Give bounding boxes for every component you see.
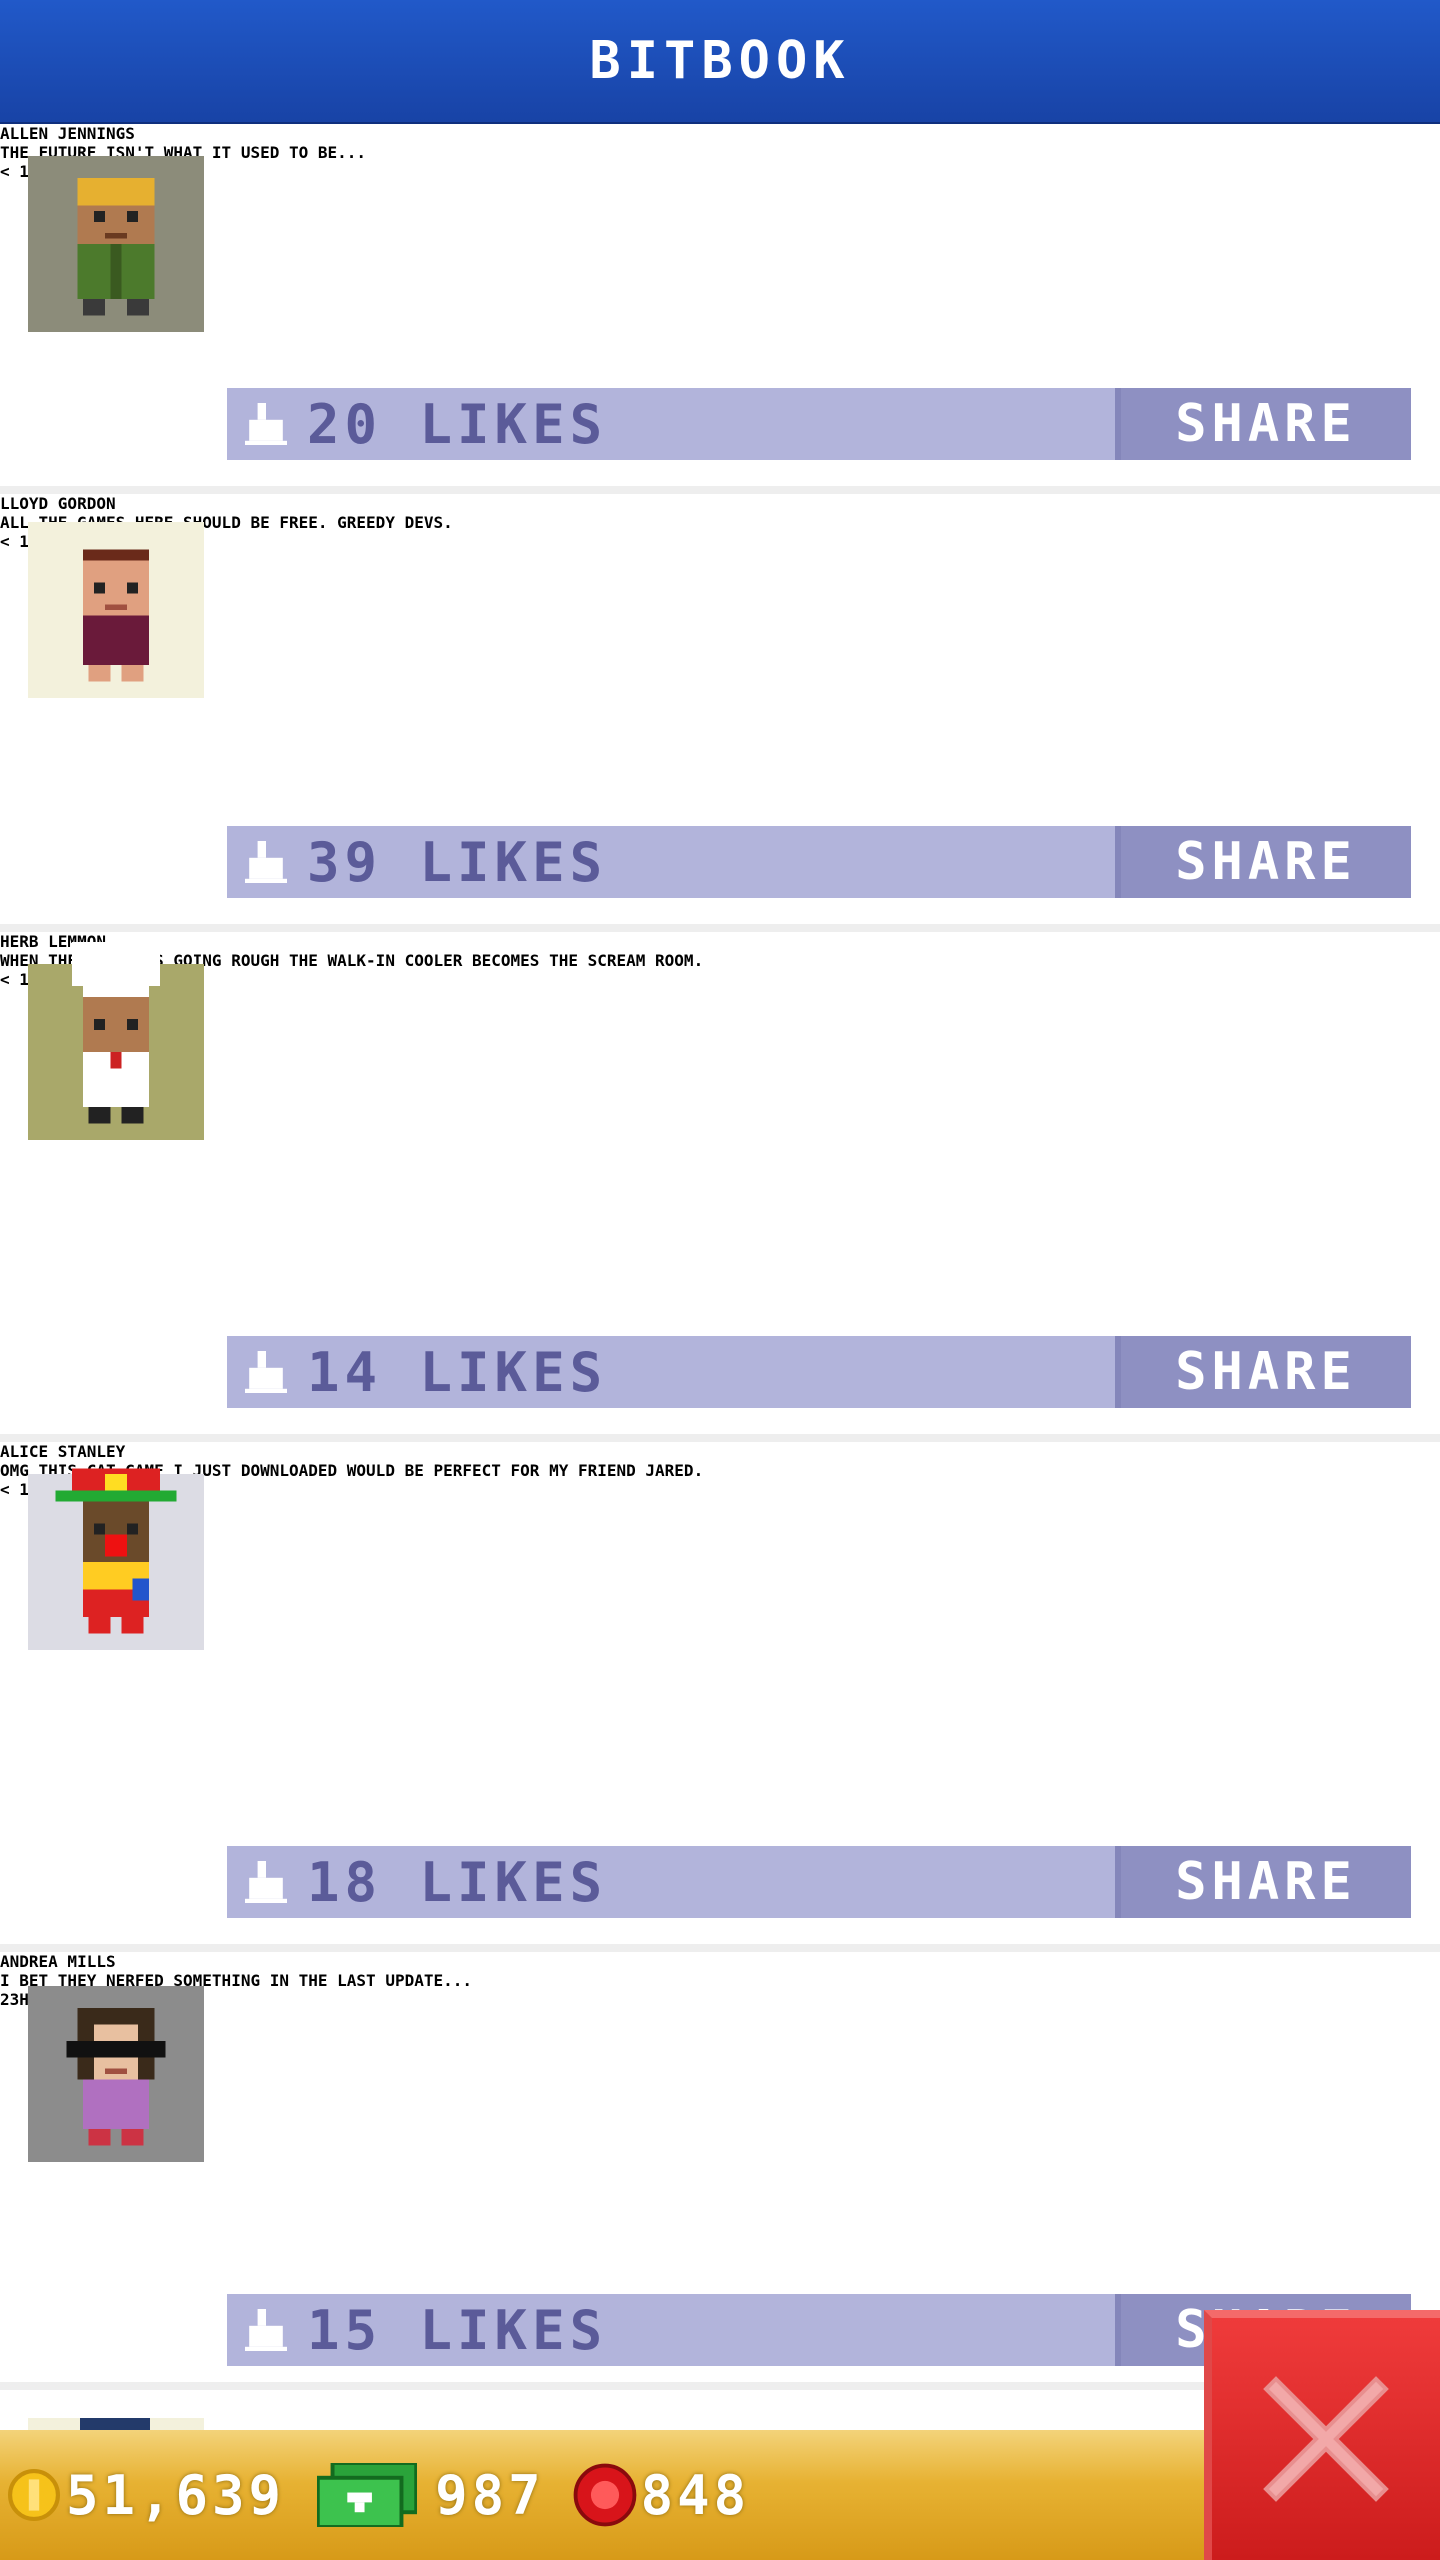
post-message: OMG THIS CAT GAME I JUST DOWNLOADED WOUL…	[0, 1461, 704, 1480]
post-message: THE FUTURE ISN'T WHAT IT USED TO BE...	[0, 143, 367, 162]
thumbs-up-icon[interactable]	[245, 2309, 287, 2351]
post-author[interactable]: ALLEN JENNINGS	[0, 124, 1440, 143]
bux-count: 987	[435, 2463, 545, 2527]
avatar-partial-detail	[80, 2418, 150, 2430]
post-item: ALICE STANLEY OMG THIS CAT GAME I JUST D…	[0, 1442, 1440, 1952]
like-bar: 18 LIKES SHARE	[227, 1846, 1411, 1918]
like-bar: 39 LIKES SHARE	[227, 826, 1411, 898]
bux-icon	[317, 2463, 418, 2527]
coins-count: 51,639	[66, 2463, 286, 2527]
like-bar: 20 LIKES SHARE	[227, 388, 1411, 460]
like-count: 18 LIKES	[307, 1850, 608, 1914]
post-author[interactable]: LLOYD GORDON	[0, 494, 1440, 513]
close-button[interactable]	[1204, 2310, 1440, 2560]
like-count: 15 LIKES	[307, 2298, 608, 2362]
post-time: < 1M AGO	[0, 162, 77, 181]
post-item: HERB LEMMON WHEN THE NIGHT IS GOING ROUG…	[0, 932, 1440, 1442]
like-count: 20 LIKES	[307, 392, 608, 456]
share-button[interactable]: SHARE	[1115, 1846, 1411, 1918]
post-message: I BET THEY NERFED SOMETHING IN THE LAST …	[0, 1971, 473, 1990]
avatar-alice-stanley-icon	[28, 1468, 204, 1650]
post-time: 23H 8M AGO	[0, 1990, 96, 2009]
post-message: ALL THE GAMES HERE SHOULD BE FREE. GREED…	[0, 513, 453, 532]
post-author[interactable]: ANDREA MILLS	[0, 1952, 1440, 1971]
share-button[interactable]: SHARE	[1115, 388, 1411, 460]
close-icon	[1263, 2376, 1389, 2502]
post-feed-list: ALLEN JENNINGS THE FUTURE ISN'T WHAT IT …	[0, 0, 1440, 2560]
post-time: < 1M AGO	[0, 532, 77, 551]
thumbs-up-icon[interactable]	[245, 1861, 287, 1903]
thumbs-up-icon[interactable]	[245, 1351, 287, 1393]
coins-stat: 51,639	[8, 2464, 285, 2527]
avatar-andrea-mills-icon	[28, 1986, 204, 2162]
thumbs-up-icon[interactable]	[245, 841, 287, 883]
share-button[interactable]: SHARE	[1115, 826, 1411, 898]
post-author[interactable]: ALICE STANLEY	[0, 1442, 1440, 1461]
avatar[interactable]	[28, 1468, 204, 1650]
like-count: 39 LIKES	[307, 830, 608, 894]
gem-icon	[573, 2463, 636, 2527]
avatar[interactable]	[28, 156, 204, 332]
avatar-lloyd-gordon-icon	[28, 522, 204, 698]
share-button[interactable]: SHARE	[1115, 1336, 1411, 1408]
post-time: < 1M AGO	[0, 1480, 77, 1499]
post-item: LLOYD GORDON ALL THE GAMES HERE SHOULD B…	[0, 494, 1440, 932]
avatar-allen-jennings-icon	[28, 156, 204, 332]
post-item: ALLEN JENNINGS THE FUTURE ISN'T WHAT IT …	[0, 124, 1440, 494]
bux-stat: 987	[317, 2463, 545, 2527]
thumbs-up-icon[interactable]	[245, 403, 287, 445]
gems-count: 848	[640, 2463, 751, 2527]
avatar[interactable]	[28, 942, 204, 1140]
like-count: 14 LIKES	[307, 1340, 608, 1404]
gems-stat: 848	[573, 2463, 751, 2527]
avatar[interactable]	[28, 522, 204, 698]
post-time: < 1M AGO	[0, 970, 77, 989]
coin-icon	[8, 2469, 60, 2521]
like-bar: 14 LIKES SHARE	[227, 1336, 1411, 1408]
post-message: WHEN THE NIGHT IS GOING ROUGH THE WALK-I…	[0, 951, 704, 970]
post-author[interactable]: HERB LEMMON	[0, 932, 1440, 951]
avatar[interactable]	[28, 1986, 204, 2162]
avatar-herb-lemmon-icon	[28, 942, 204, 1140]
